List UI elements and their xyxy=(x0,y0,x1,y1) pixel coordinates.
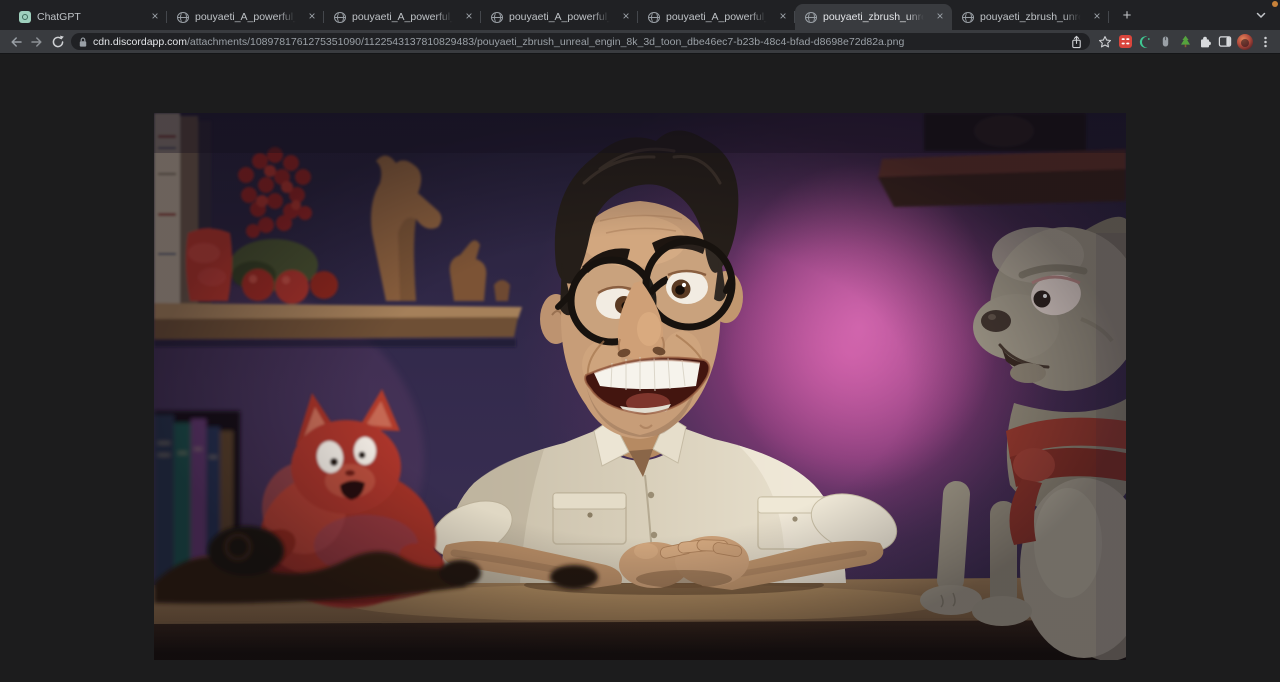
tab-label: ChatGPT xyxy=(37,11,142,23)
share-icon[interactable] xyxy=(1070,35,1083,49)
notification-dot xyxy=(1272,1,1278,7)
tab-search-chevron-icon[interactable] xyxy=(1254,8,1268,22)
top-shade xyxy=(154,113,1126,153)
forward-button[interactable] xyxy=(26,32,47,52)
tab-label: pouyaeti_zbrush_unreal_engin xyxy=(823,11,927,23)
tab-pouyaeti-2[interactable]: pouyaeti_A_powerful_modern × xyxy=(324,4,481,30)
bookmark-star-icon[interactable] xyxy=(1095,32,1115,52)
sidebar-toggle-icon[interactable] xyxy=(1215,32,1235,52)
new-tab-button[interactable]: + xyxy=(1115,4,1139,28)
tab-label: pouyaeti_A_powerful_modern xyxy=(666,11,770,23)
tab-close-icon[interactable]: × xyxy=(619,10,633,24)
dark-moon-extension-icon[interactable] xyxy=(1135,32,1155,52)
browser-toolbar: cdn.discordapp.com/attachments/108978176… xyxy=(0,30,1280,54)
tab-label: pouyaeti_A_powerful_modern xyxy=(509,11,613,23)
chatgpt-favicon xyxy=(19,11,31,23)
tab-pouyaeti-1[interactable]: pouyaeti_A_powerful_modern × xyxy=(167,4,324,30)
tab-label: pouyaeti_A_powerful_modern xyxy=(195,11,299,23)
tab-close-icon[interactable]: × xyxy=(305,10,319,24)
globe-favicon xyxy=(491,12,503,23)
url-text: cdn.discordapp.com/attachments/108978176… xyxy=(93,36,1065,48)
globe-favicon xyxy=(648,12,660,23)
red-grid-extension-icon[interactable] xyxy=(1115,32,1135,52)
tab-pouyaeti-4[interactable]: pouyaeti_A_powerful_modern × xyxy=(638,4,795,30)
url-path: /attachments/1089781761275351090/1122543… xyxy=(187,36,904,48)
tab-zbrush-active[interactable]: pouyaeti_zbrush_unreal_engin × xyxy=(795,4,952,30)
page-content xyxy=(0,54,1280,682)
tab-label: pouyaeti_zbrush_unreal_engin xyxy=(980,11,1084,23)
lock-icon xyxy=(78,36,88,48)
tab-close-icon[interactable]: × xyxy=(933,10,947,24)
discord-attachment-image[interactable] xyxy=(154,113,1126,660)
tab-close-icon[interactable]: × xyxy=(148,10,162,24)
avatar xyxy=(1237,34,1253,50)
browser-window: ChatGPT × pouyaeti_A_powerful_modern × p… xyxy=(0,0,1280,682)
globe-favicon xyxy=(805,12,817,23)
extensions-puzzle-icon[interactable] xyxy=(1195,32,1215,52)
url-domain: cdn.discordapp.com xyxy=(93,36,187,48)
vignette xyxy=(154,113,1126,660)
menu-kebab-icon[interactable] xyxy=(1255,32,1275,52)
tab-close-icon[interactable]: × xyxy=(776,10,790,24)
tab-chatgpt[interactable]: ChatGPT × xyxy=(10,4,167,30)
tab-label: pouyaeti_A_powerful_modern xyxy=(352,11,456,23)
tree-extension-icon[interactable] xyxy=(1175,32,1195,52)
back-button[interactable] xyxy=(5,32,26,52)
profile-avatar[interactable] xyxy=(1235,32,1255,52)
globe-favicon xyxy=(962,12,974,23)
toon-render xyxy=(154,113,1126,660)
globe-favicon xyxy=(334,12,346,23)
globe-favicon xyxy=(177,12,189,23)
address-bar[interactable]: cdn.discordapp.com/attachments/108978176… xyxy=(71,33,1090,50)
reload-button[interactable] xyxy=(47,32,68,52)
tab-strip: ChatGPT × pouyaeti_A_powerful_modern × p… xyxy=(0,0,1280,30)
tab-zbrush-2[interactable]: pouyaeti_zbrush_unreal_engin × xyxy=(952,4,1109,30)
mouse-extension-icon[interactable] xyxy=(1155,32,1175,52)
tab-close-icon[interactable]: × xyxy=(462,10,476,24)
tab-close-icon[interactable]: × xyxy=(1090,10,1104,24)
tab-pouyaeti-3[interactable]: pouyaeti_A_powerful_modern × xyxy=(481,4,638,30)
